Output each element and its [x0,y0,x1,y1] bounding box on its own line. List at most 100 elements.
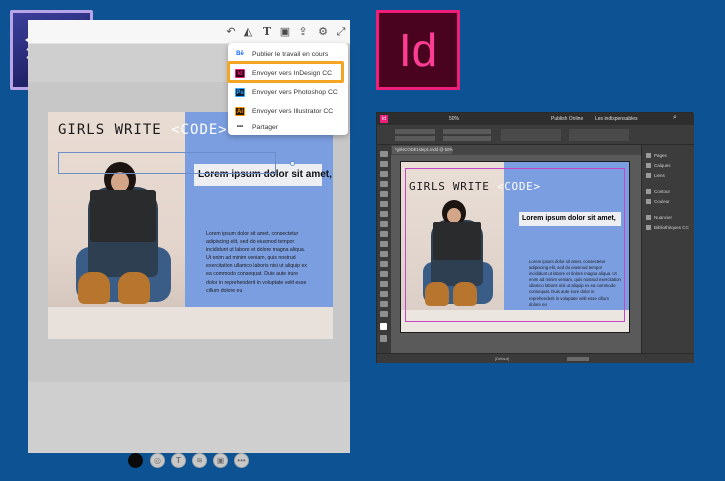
panel-label: Contour [654,189,671,194]
menu-item-behance[interactable]: Bē Publier le travail en cours [228,45,348,64]
publish-online-button[interactable]: Publish Online [551,116,583,122]
panel-bibliotheques[interactable]: Bibliothèques CC [646,223,694,232]
status-bar: [Défaut] [377,353,694,363]
text-tool-icon[interactable]: T [261,26,273,38]
control-field[interactable] [443,136,491,141]
photo-laptop [90,190,156,242]
gradient-tool-icon[interactable] [380,271,388,277]
undo-icon[interactable]: ↶ [225,26,237,38]
panel-label: Pages [654,153,667,158]
zoom-level[interactable]: 50% [449,116,459,122]
note-tool-icon[interactable] [380,281,388,287]
share-icon[interactable]: ⇪ [297,26,309,38]
settings-gear-icon[interactable]: ⚙ [317,26,329,38]
panel-couleur[interactable]: Couleur [646,197,694,206]
photo-boot-left [78,272,110,304]
line-tool-icon[interactable] [380,201,388,207]
behance-icon: Bē [236,51,244,57]
artboard-body-text[interactable]: Lorem ipsum dolor sit amet, consectetur … [206,230,310,295]
hand-tool-icon[interactable] [380,301,388,307]
zoom-tool-icon[interactable] [380,311,388,317]
cc-libraries-icon [646,225,651,230]
panel-nuancier[interactable]: Nuancier [646,213,694,222]
stroke-swatch-icon[interactable] [380,335,387,342]
stroke-icon [646,189,651,194]
tablet-toolbar: ↶ ◭ T ▣ ⇪ ⚙ ⤢ [28,20,350,44]
control-group[interactable] [501,129,561,141]
frame-tool-icon[interactable] [380,231,388,237]
menu-label: Envoyer vers Photoshop CC [252,89,338,96]
image-icon[interactable]: ▣ [279,26,291,38]
control-field[interactable] [395,129,435,134]
pages-icon [646,153,651,158]
pencil-tool-icon[interactable] [380,221,388,227]
page-tool-icon[interactable] [380,171,388,177]
more-button[interactable]: ••• [234,453,249,468]
more-dots-icon: ••• [236,124,244,130]
gap-tool-icon[interactable] [380,181,388,187]
title-right-text: <CODE> [171,122,228,138]
image-tool-button[interactable]: ▣ [213,453,228,468]
rectangle-tool-icon[interactable] [380,241,388,247]
illustrator-icon: Ai [235,107,245,116]
menu-label: Envoyer vers InDesign CC [252,70,333,77]
selection-handle[interactable] [290,161,295,166]
indesign-icon: Id [235,69,245,78]
menu-item-photoshop[interactable]: Ps Envoyer vers Photoshop CC [228,83,348,102]
fullscreen-icon[interactable]: ⤢ [335,26,347,38]
pen-tool-icon[interactable] [380,211,388,217]
panel-contour[interactable]: Contour [646,187,694,196]
title-selection-frame [58,152,276,174]
menu-label: Envoyer vers Illustrator CC [252,108,334,115]
workspace-selector[interactable]: Les indispensables [595,116,638,122]
eyedropper-tool-icon[interactable] [380,291,388,297]
shape-icon[interactable]: ◭ [242,26,254,38]
fill-swatch-icon[interactable] [380,323,387,330]
photoshop-icon: Ps [235,88,245,97]
horizontal-scrollbar[interactable] [567,357,589,361]
text-tool-icon[interactable] [380,191,388,197]
panel-liens[interactable]: Liens [646,171,694,180]
panel-label: Liens [654,173,665,178]
menu-label: Partager [252,124,279,131]
links-icon [646,173,651,178]
color-swatch-button[interactable] [128,453,143,468]
direct-selection-tool-icon[interactable] [380,161,388,167]
indesign-toolbar [377,145,391,353]
panel-pages[interactable]: Pages [646,151,694,160]
indesign-page[interactable]: GIRLS WRITE <CODE> Lorem ipsum dolor sit… [400,161,630,333]
text-tool-button[interactable]: T [171,453,186,468]
panels-dock: Pages Calques Liens Contour Couleur Nuan… [641,145,694,353]
layers-button[interactable]: ≋ [192,453,207,468]
control-field[interactable] [395,136,435,141]
artboard[interactable]: GIRLS WRITE <CODE> Lorem ipsum dolor sit… [48,112,333,339]
control-field[interactable] [443,129,491,134]
menu-item-indesign[interactable]: Id Envoyer vers InDesign CC [228,64,348,83]
panel-label: Couleur [654,199,670,204]
menu-item-partager[interactable]: ••• Partager [228,118,348,137]
title-left-text: GIRLS WRITE [58,122,162,138]
transform-tool-icon[interactable] [380,261,388,267]
shape-tool-button[interactable]: ◎ [150,453,165,468]
artboard-title[interactable]: GIRLS WRITE <CODE> [58,122,228,138]
swatches-icon [646,215,651,220]
panel-label: Nuancier [654,215,673,220]
photo-floor [48,307,333,339]
photo-boot-right [118,272,150,304]
control-group[interactable] [569,129,629,141]
scissors-tool-icon[interactable] [380,251,388,257]
selection-tool-icon[interactable] [380,151,388,157]
search-icon[interactable]: ⌕ [673,114,677,122]
blue-text-panel [185,112,333,339]
hero-photo [48,112,185,339]
indesign-app-icon: Id [380,115,388,123]
indesign-control-bar [377,125,694,145]
menu-label: Publier le travail en cours [252,51,329,58]
status-text[interactable]: [Défaut] [495,356,509,361]
color-icon [646,199,651,204]
panel-label: Calques [654,163,671,168]
document-tab[interactable]: *girlsCODE1step1.indd @ 50% [392,146,453,154]
indesign-window: Id 50% Publish Online Les indispensables… [376,112,694,363]
indesign-menubar: Id 50% Publish Online Les indispensables… [377,113,694,125]
panel-calques[interactable]: Calques [646,161,694,170]
